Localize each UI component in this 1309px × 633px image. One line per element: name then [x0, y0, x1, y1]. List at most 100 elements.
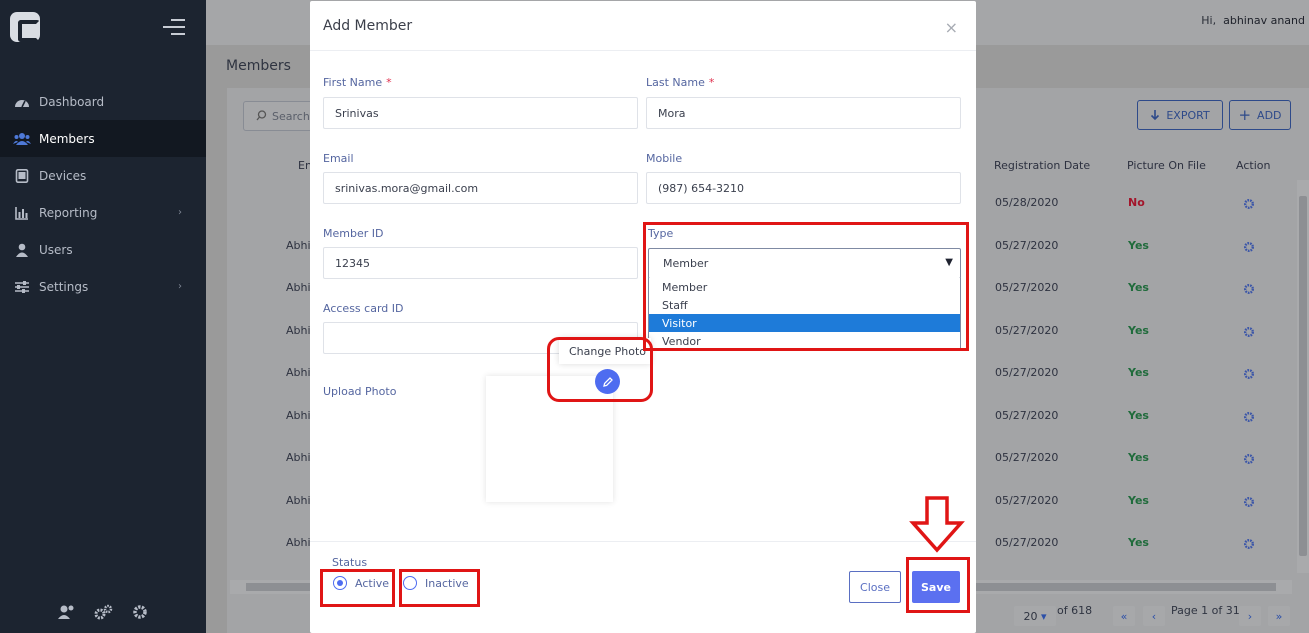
first-name-label-text: First Name — [323, 76, 383, 89]
modal-header: Add Member — [310, 1, 976, 51]
member-name-cell: Abhi — [286, 451, 311, 464]
save-button[interactable]: Save — [912, 571, 960, 603]
radio-unchecked-icon — [403, 576, 417, 590]
user-greeting[interactable]: Hi, abhinav anand — [1201, 14, 1305, 27]
gear-icon[interactable] — [1243, 368, 1255, 380]
cogs-icon[interactable] — [94, 604, 114, 620]
picture-on-file-cell: Yes — [1128, 239, 1149, 252]
sidebar-item-label: Users — [39, 242, 73, 257]
registration-date-cell: 05/27/2020 — [995, 451, 1059, 464]
picture-on-file-cell: No — [1128, 196, 1145, 209]
type-selected-value: Member — [663, 257, 709, 270]
sidebar-item-label: Members — [39, 131, 95, 146]
sidebar-item-members[interactable]: Members — [0, 120, 206, 157]
hamburger-menu-icon[interactable] — [163, 19, 185, 35]
user-settings-icon[interactable] — [58, 604, 76, 620]
gear-icon[interactable] — [1243, 538, 1255, 550]
mobile-field[interactable]: (987) 654-3210 — [646, 172, 961, 204]
photo-preview[interactable] — [486, 376, 613, 502]
pencil-icon — [602, 376, 613, 387]
status-inactive-radio[interactable]: Inactive — [403, 576, 469, 590]
prev-page-button[interactable]: ‹ — [1143, 606, 1165, 626]
bar-chart-icon — [13, 206, 31, 220]
status-label: Status — [332, 556, 368, 569]
sliders-icon — [13, 280, 31, 294]
first-name-label: First Name * — [323, 76, 392, 89]
page-size-select[interactable]: 20 ▾ — [1014, 606, 1056, 626]
first-page-button[interactable]: « — [1113, 606, 1135, 626]
status-active-radio[interactable]: Active — [333, 576, 389, 590]
sidebar: Dashboard Members Devices Reporting › Users Se… — [0, 0, 206, 633]
member-name-cell: Abhi — [286, 366, 311, 379]
edit-photo-button[interactable] — [595, 369, 620, 394]
picture-on-file-cell: Yes — [1128, 281, 1149, 294]
sidebar-item-label: Settings — [39, 279, 89, 294]
arrow-down-icon — [1151, 110, 1160, 121]
gear-icon[interactable] — [1243, 496, 1255, 508]
next-page-button[interactable]: › — [1239, 606, 1261, 626]
email-field[interactable]: srinivas.mora@gmail.com — [323, 172, 638, 204]
sidebar-item-devices[interactable]: Devices — [0, 157, 206, 194]
app-logo[interactable] — [10, 12, 40, 42]
mobile-label: Mobile — [646, 152, 683, 165]
member-name-cell: Abhi — [286, 536, 311, 549]
sidebar-item-dashboard[interactable]: Dashboard — [0, 83, 206, 120]
type-label: Type — [648, 227, 674, 240]
export-label: EXPORT — [1166, 108, 1210, 122]
sidebar-item-label: Devices — [39, 168, 87, 183]
chevron-right-icon: › — [178, 281, 182, 292]
gear-icon[interactable] — [1243, 453, 1255, 465]
type-option-staff[interactable]: Staff — [649, 296, 960, 314]
type-select[interactable]: Member ▼ — [648, 248, 961, 279]
gear-icon[interactable] — [1243, 198, 1255, 210]
plus-icon: + — [1238, 105, 1252, 124]
last-page-button[interactable]: » — [1268, 606, 1290, 626]
modal-title: Add Member — [323, 17, 413, 34]
search-placeholder: Search — [272, 110, 310, 123]
sidebar-item-reporting[interactable]: Reporting › — [0, 194, 206, 231]
total-records: of 618 — [1057, 604, 1093, 617]
registration-date-cell: 05/27/2020 — [995, 366, 1059, 379]
sidebar-item-label: Reporting — [39, 205, 98, 220]
member-id-label: Member ID — [323, 227, 384, 240]
type-option-vendor[interactable]: Vendor — [649, 332, 960, 350]
gear-icon[interactable] — [1243, 241, 1255, 253]
sidebar-footer — [0, 591, 206, 633]
sidebar-item-users[interactable]: Users — [0, 231, 206, 268]
column-registration-date[interactable]: Registration Date — [994, 159, 1090, 172]
type-option-member[interactable]: Member — [649, 278, 960, 296]
user-icon — [13, 243, 31, 257]
caret-down-icon: ▾ — [1040, 609, 1047, 623]
close-icon[interactable]: × — [945, 18, 958, 37]
gear-icon[interactable] — [1243, 326, 1255, 338]
member-name-cell: Abhi — [286, 494, 311, 507]
chevron-right-icon: › — [178, 207, 182, 218]
member-name-cell: Abhi — [286, 409, 311, 422]
access-card-label: Access card ID — [323, 302, 404, 315]
sidebar-item-label: Dashboard — [39, 94, 105, 109]
gear-icon[interactable] — [1243, 283, 1255, 295]
gear-icon[interactable] — [132, 604, 148, 620]
greeting-text: Hi, — [1201, 14, 1217, 27]
export-button[interactable]: EXPORT — [1137, 100, 1223, 130]
last-name-input[interactable]: Mora — [646, 97, 961, 129]
type-dropdown-list: Member Staff Visitor Vendor — [648, 278, 961, 350]
column-picture-on-file[interactable]: Picture On File — [1127, 159, 1206, 172]
type-option-visitor[interactable]: Visitor — [649, 314, 960, 332]
add-button[interactable]: + ADD — [1229, 100, 1291, 130]
page-size-value: 20 — [1023, 609, 1038, 623]
vertical-scrollbar[interactable] — [1297, 180, 1309, 573]
first-name-input[interactable]: Srinivas — [323, 97, 638, 129]
required-asterisk: * — [708, 76, 715, 89]
sidebar-nav: Dashboard Members Devices Reporting › Users Se… — [0, 83, 206, 305]
picture-on-file-cell: Yes — [1128, 451, 1149, 464]
gear-icon[interactable] — [1243, 411, 1255, 423]
page-title: Members — [226, 58, 291, 74]
caret-down-icon: ▼ — [945, 257, 953, 268]
picture-on-file-cell: Yes — [1128, 536, 1149, 549]
registration-date-cell: 05/27/2020 — [995, 409, 1059, 422]
sidebar-item-settings[interactable]: Settings › — [0, 268, 206, 305]
member-name-cell: Abhi — [286, 324, 311, 337]
close-button[interactable]: Close — [849, 571, 901, 603]
member-id-input[interactable]: 12345 — [323, 247, 638, 279]
